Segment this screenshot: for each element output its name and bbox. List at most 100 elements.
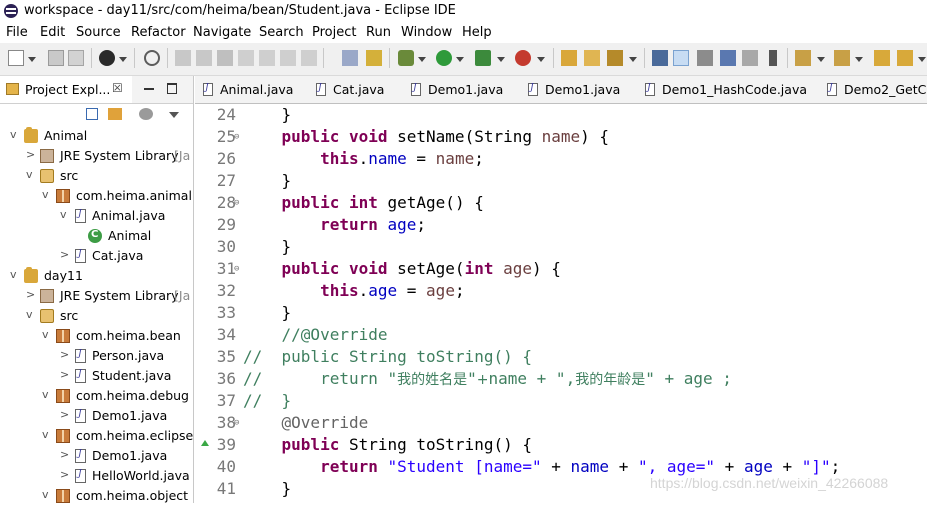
collapse-icon[interactable]: v [42, 189, 54, 201]
tree-item[interactable]: > Demo1.java [0, 446, 193, 466]
minimize-icon[interactable] [144, 88, 154, 90]
focus-on-active-task-icon[interactable] [139, 108, 153, 120]
collapse-icon[interactable]: v [42, 489, 54, 501]
tree-item[interactable]: v com.heima.object [0, 486, 193, 506]
fold-toggle-icon[interactable]: ⊖ [234, 264, 239, 274]
menu-window[interactable]: Window [401, 25, 452, 40]
tree-item[interactable]: v com.heima.debug [0, 386, 193, 406]
menu-help[interactable]: Help [462, 25, 492, 40]
tree-item[interactable]: v src [0, 306, 193, 326]
expand-icon[interactable]: > [60, 449, 72, 461]
menu-source[interactable]: Source [76, 25, 121, 40]
drop-to-frame-icon[interactable] [342, 50, 358, 66]
collapse-icon[interactable]: v [42, 389, 54, 401]
tree-item[interactable]: > HelloWorld.java [0, 466, 193, 486]
collapse-icon[interactable]: v [42, 429, 54, 441]
tree-item[interactable]: v day11 [0, 266, 193, 286]
view-menu-icon[interactable] [169, 112, 179, 118]
next-annotation-icon[interactable] [795, 50, 811, 66]
new-icon[interactable] [8, 50, 24, 66]
use-step-filters-icon[interactable] [366, 50, 382, 66]
tab-demo1-java-2[interactable]: Demo1.java [520, 76, 632, 103]
show-whitespace-icon[interactable] [742, 50, 758, 66]
collapse-icon[interactable]: v [42, 329, 54, 341]
menu-run[interactable]: Run [366, 25, 391, 40]
skip-breakpoints-icon[interactable] [144, 50, 160, 66]
terminate-icon[interactable] [217, 50, 233, 66]
step-over-icon[interactable] [280, 50, 296, 66]
external-tools-dropdown-icon[interactable] [537, 57, 545, 62]
pilcrow-icon[interactable] [769, 50, 777, 66]
back-icon[interactable] [897, 50, 913, 66]
debug-dropdown-icon[interactable] [418, 57, 426, 62]
menu-navigate[interactable]: Navigate [193, 25, 251, 40]
open-type-icon[interactable] [652, 50, 668, 66]
new-dropdown-icon[interactable] [28, 57, 36, 62]
tree-item[interactable]: v Animal.java [0, 206, 193, 226]
expand-icon[interactable]: > [26, 289, 38, 301]
expand-icon[interactable]: > [60, 409, 72, 421]
last-edit-location-icon[interactable] [874, 50, 890, 66]
previous-annotation-icon[interactable] [834, 50, 850, 66]
expand-icon[interactable]: > [26, 149, 38, 161]
tab-animal-java[interactable]: Animal.java [195, 76, 307, 103]
menu-search[interactable]: Search [259, 25, 304, 40]
run-icon[interactable] [436, 50, 452, 66]
save-icon[interactable] [48, 50, 64, 66]
tree-item[interactable]: > Person.java [0, 346, 193, 366]
new-java-project-icon[interactable] [561, 50, 577, 66]
menu-refactor[interactable]: Refactor [131, 25, 186, 40]
resume-icon[interactable] [175, 50, 191, 66]
fold-toggle-icon[interactable]: ⊖ [234, 132, 239, 142]
new-class-icon[interactable] [607, 50, 623, 66]
menu-project[interactable]: Project [312, 25, 356, 40]
close-icon[interactable]: ☒ [112, 81, 123, 95]
toggle-mark-occurrences-icon[interactable] [673, 50, 689, 66]
save-all-icon[interactable] [68, 50, 84, 66]
tree-item[interactable]: v com.heima.eclipse [0, 426, 193, 446]
expand-icon[interactable]: > [60, 469, 72, 481]
suspend-icon[interactable] [196, 50, 212, 66]
tree-item[interactable]: > Demo1.java [0, 406, 193, 426]
tab-demo1-java[interactable]: Demo1.java [403, 76, 515, 103]
run-dropdown-icon[interactable] [456, 57, 464, 62]
collapse-icon[interactable]: v [26, 169, 38, 181]
search-icon[interactable] [697, 50, 713, 66]
external-tools-icon[interactable] [515, 50, 531, 66]
tree-item[interactable]: > JRE System Library [Ja [0, 146, 193, 166]
tab-cat-java[interactable]: Cat.java [308, 76, 400, 103]
toggle-block-selection-icon[interactable] [720, 50, 736, 66]
tree-item[interactable]: > Student.java [0, 366, 193, 386]
collapse-icon[interactable]: v [60, 209, 72, 221]
account-icon[interactable] [99, 50, 115, 66]
step-into-icon[interactable] [259, 50, 275, 66]
tab-demo1-hashcode-java[interactable]: Demo1_HashCode.java [637, 76, 812, 103]
menu-edit[interactable]: Edit [40, 25, 65, 40]
new-package-icon[interactable] [584, 50, 600, 66]
tree-item[interactable]: Animal [0, 226, 193, 246]
back-dropdown-icon[interactable] [918, 57, 926, 62]
fold-toggle-icon[interactable]: ⊖ [234, 198, 239, 208]
expand-icon[interactable]: > [60, 349, 72, 361]
tree-item[interactable]: v com.heima.animal [0, 186, 193, 206]
disconnect-icon[interactable] [238, 50, 254, 66]
collapse-all-icon[interactable] [86, 108, 98, 120]
fold-toggle-icon[interactable]: ⊖ [234, 418, 239, 428]
next-annotation-dropdown-icon[interactable] [817, 57, 825, 62]
collapse-icon[interactable]: v [26, 309, 38, 321]
tree-item[interactable]: v src [0, 166, 193, 186]
tab-demo2-getclass-java[interactable]: Demo2_GetCla [819, 76, 927, 103]
expand-icon[interactable]: > [60, 249, 72, 261]
tab-package-explorer[interactable]: Project Expl... ☒ [0, 76, 132, 103]
tree-item[interactable]: v Animal [0, 126, 193, 146]
coverage-icon[interactable] [475, 50, 491, 66]
expand-icon[interactable]: > [60, 369, 72, 381]
collapse-icon[interactable]: v [10, 129, 22, 141]
account-dropdown-icon[interactable] [119, 57, 127, 62]
collapse-icon[interactable]: v [10, 269, 22, 281]
code-area[interactable]: 24 } 25 ⊖ public void setName(String name… [195, 104, 927, 503]
link-with-editor-icon[interactable] [108, 108, 122, 120]
maximize-icon[interactable] [167, 83, 177, 94]
debug-icon[interactable] [398, 50, 414, 66]
new-class-dropdown-icon[interactable] [629, 57, 637, 62]
